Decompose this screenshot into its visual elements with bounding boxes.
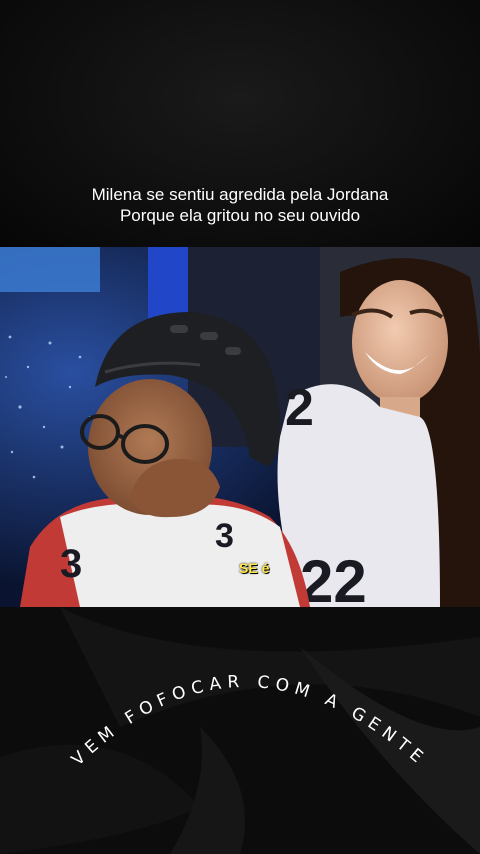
svg-text:2: 2 [285, 379, 314, 437]
video-scene: 2 22 3 3 [0, 247, 480, 607]
video-caption: Milena se sentiu agredida pela Jordana P… [0, 184, 480, 226]
watermark-text: VEM FOFOCAR COM A GENTE [68, 672, 431, 771]
svg-text:3: 3 [215, 517, 234, 555]
svg-text:3: 3 [60, 542, 82, 586]
caption-line-1: Milena se sentiu agredida pela Jordana [91, 185, 389, 204]
caption-line-2: Porque ela gritou no seu ouvido [119, 206, 361, 225]
video-frame[interactable]: 2 22 3 3 [0, 247, 480, 607]
video-subtitle: SE é [239, 560, 270, 576]
svg-text:22: 22 [300, 548, 367, 607]
watermark-arc: VEM FOFOCAR COM A GENTE [68, 672, 431, 771]
